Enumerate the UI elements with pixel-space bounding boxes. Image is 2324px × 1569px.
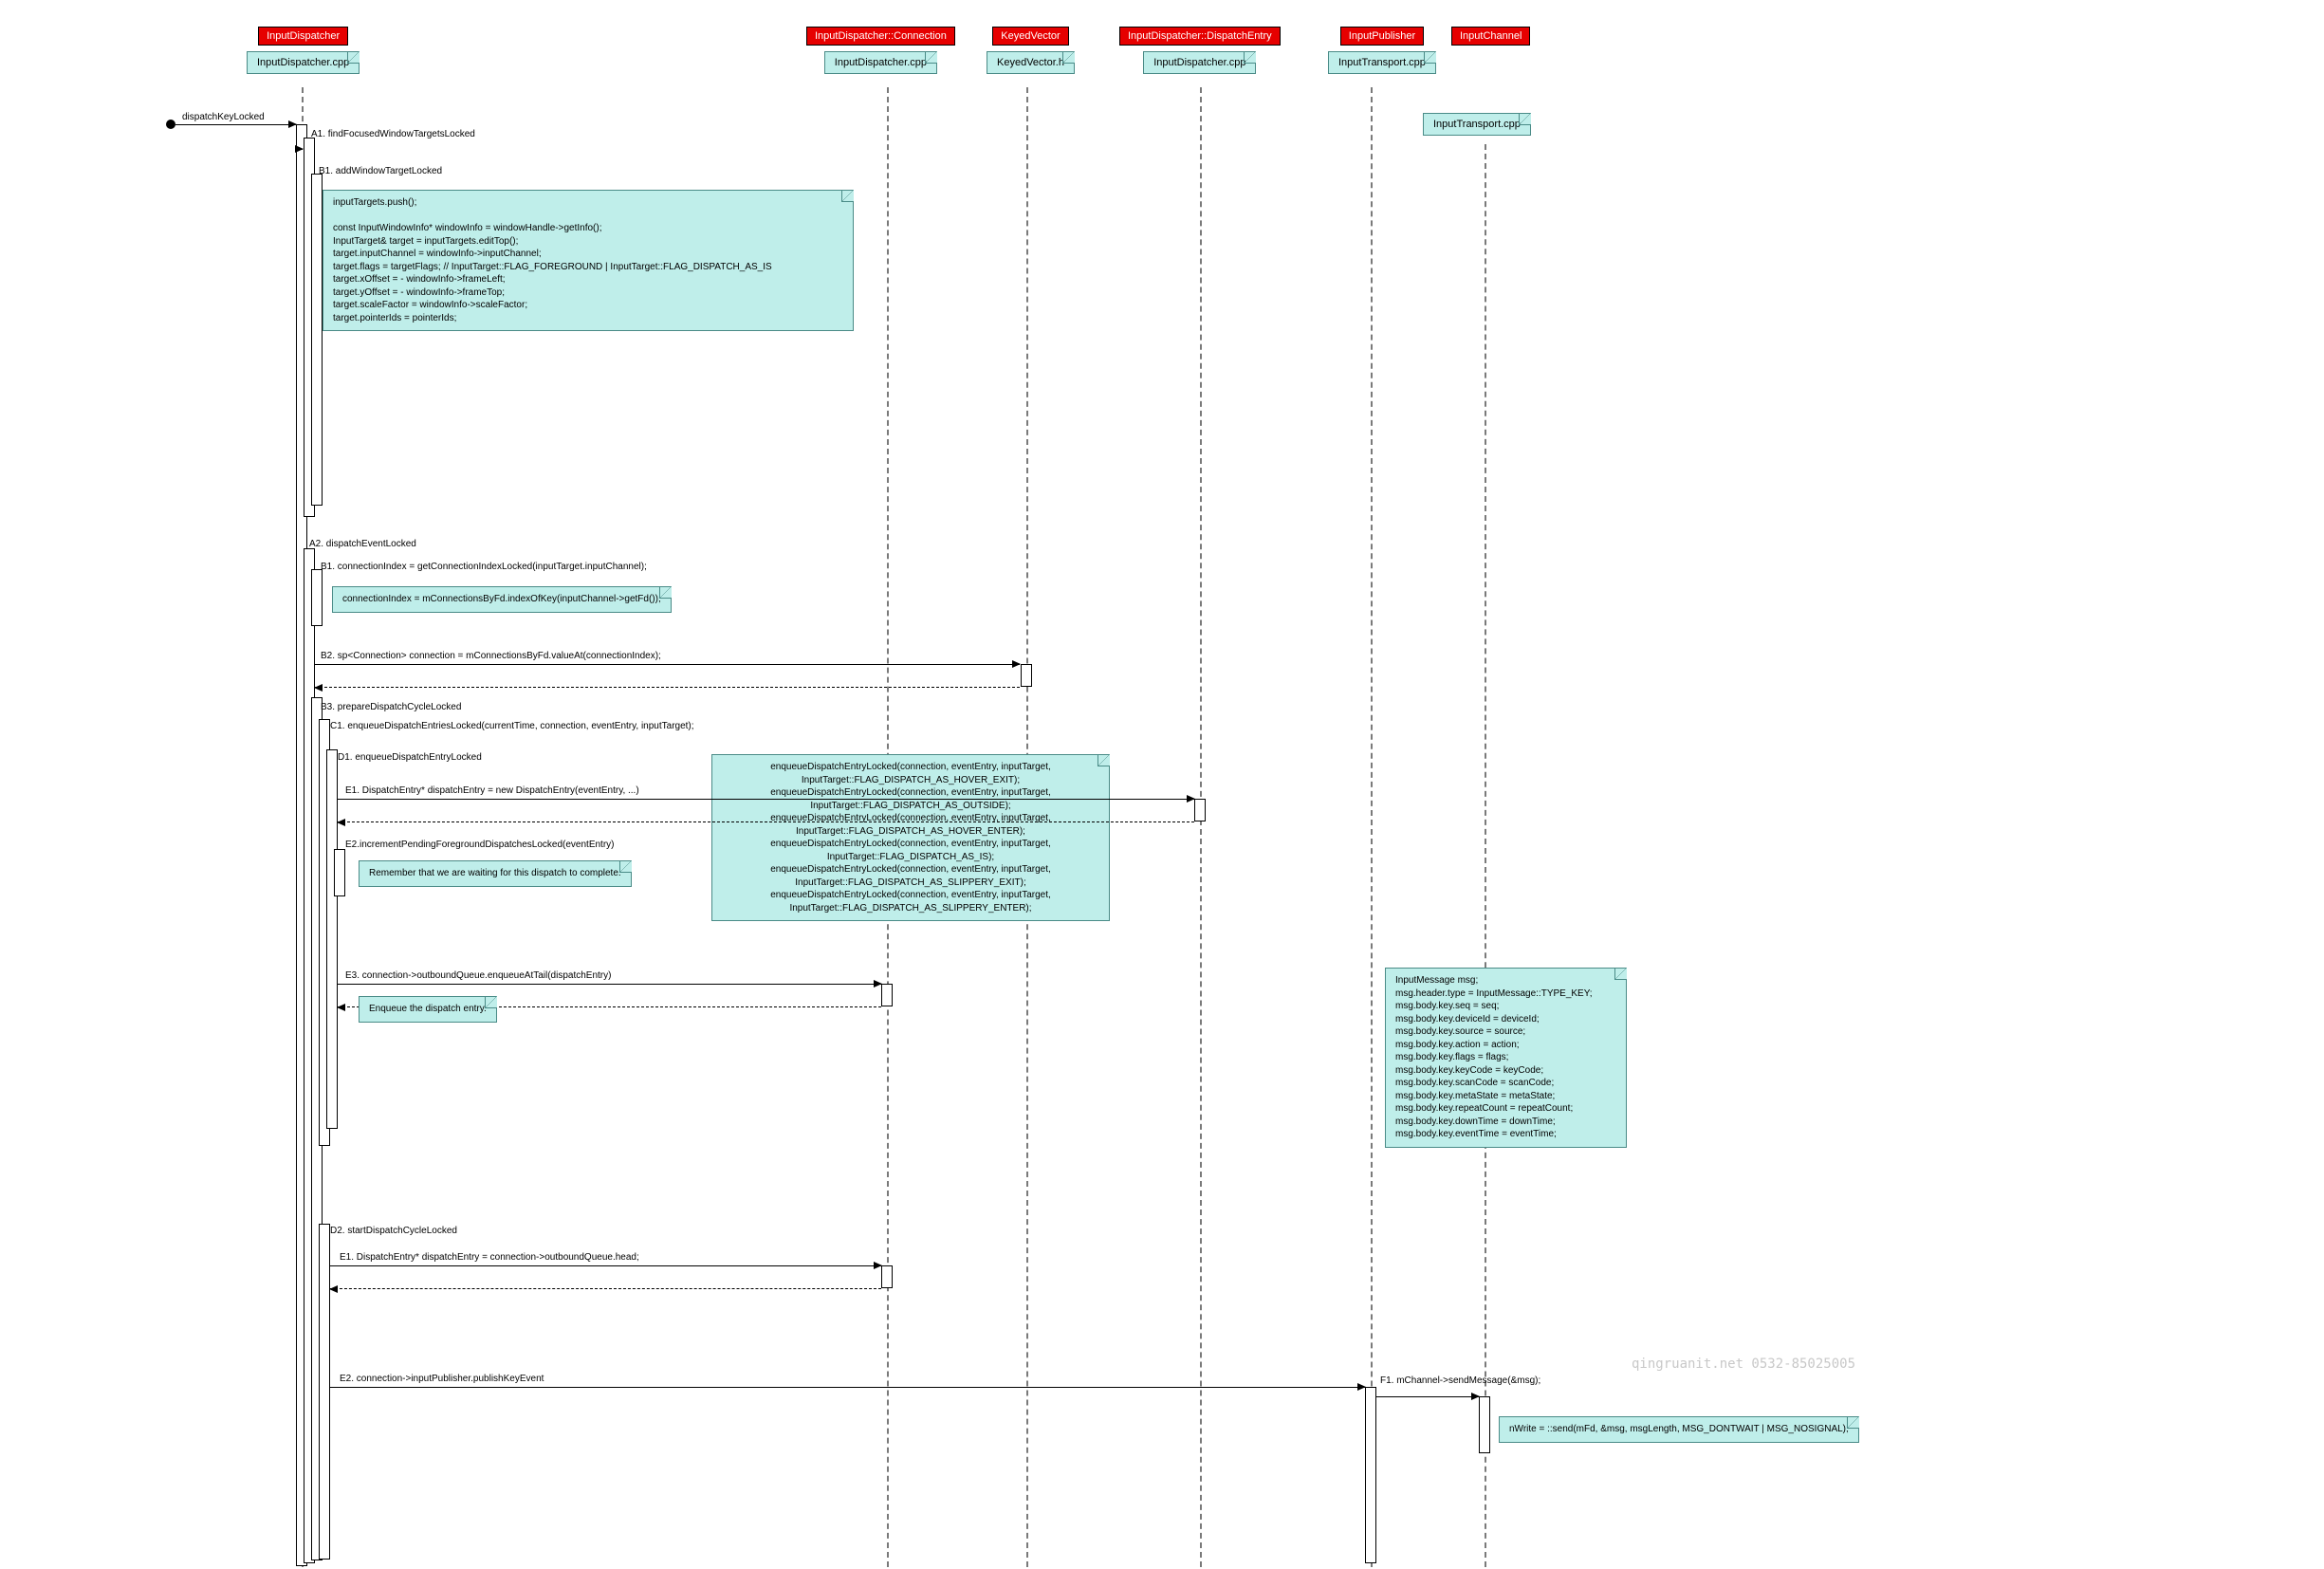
msg-e1: E1. DispatchEntry* dispatchEntry = new D… xyxy=(345,785,639,796)
arrow-f1 xyxy=(1376,1396,1479,1397)
activation xyxy=(1365,1387,1376,1563)
file-box: InputDispatcher.cpp xyxy=(824,51,937,74)
activation xyxy=(334,849,345,896)
msg-b2: B2. sp<Connection> connection = mConnect… xyxy=(321,651,661,661)
note-enqueue-flags: enqueueDispatchEntryLocked(connection, e… xyxy=(711,754,1110,921)
msg-e3: E3. connection->outboundQueue.enqueueAtT… xyxy=(345,970,611,981)
start-dot xyxy=(166,120,175,129)
entry-arrow xyxy=(175,124,296,125)
msg-b3: B3. prepareDispatchCycleLocked xyxy=(321,702,461,712)
return-b2 xyxy=(315,687,1020,688)
participant-input-channel: InputChannel InputTransport.cpp xyxy=(1451,27,1530,46)
activation xyxy=(881,1265,893,1288)
note-remember: Remember that we are waiting for this di… xyxy=(359,860,632,887)
lifeline xyxy=(1200,87,1202,1567)
note-connection-index: connectionIndex = mConnectionsByFd.index… xyxy=(332,586,672,613)
activation xyxy=(311,174,323,506)
msg-e2: E2.incrementPendingForegroundDispatchesL… xyxy=(345,840,615,850)
activation xyxy=(1021,664,1032,687)
note-enqueue-entry: Enqueue the dispatch entry. xyxy=(359,996,497,1023)
arrow-e1b xyxy=(330,1265,881,1266)
msg-e2b: E2. connection->inputPublisher.publishKe… xyxy=(340,1374,544,1384)
participant-input-publisher: InputPublisher InputTransport.cpp xyxy=(1328,27,1436,74)
msg-d1: D1. enqueueDispatchEntryLocked xyxy=(338,752,482,763)
msg-d2: D2. startDispatchCycleLocked xyxy=(330,1226,457,1236)
activation xyxy=(1479,1396,1490,1453)
note-input-message: InputMessage msg; msg.header.type = Inpu… xyxy=(1385,968,1627,1148)
note-input-targets: inputTargets.push(); const InputWindowIn… xyxy=(323,190,854,331)
role-box: InputDispatcher::Connection xyxy=(806,27,955,46)
self-arrow xyxy=(302,149,303,150)
participant-keyed-vector: KeyedVector KeyedVector.h xyxy=(987,27,1075,74)
participant-dispatch-entry: InputDispatcher::DispatchEntry InputDisp… xyxy=(1119,27,1281,74)
role-box: InputChannel xyxy=(1451,27,1530,46)
msg-b1b: B1. connectionIndex = getConnectionIndex… xyxy=(321,562,647,572)
participant-input-dispatcher: InputDispatcher InputDispatcher.cpp xyxy=(247,27,360,74)
lifeline xyxy=(1485,144,1486,1567)
watermark: qingruanit.net 0532-85025005 xyxy=(1632,1357,1855,1372)
msg-b1: B1. addWindowTargetLocked xyxy=(319,166,442,176)
msg-f1: F1. mChannel->sendMessage(&msg); xyxy=(1380,1375,1540,1386)
msg-e1b: E1. DispatchEntry* dispatchEntry = conne… xyxy=(340,1252,639,1263)
arrow-e2b xyxy=(330,1387,1365,1388)
activation xyxy=(319,1224,330,1560)
note-send: nWrite = ::send(mFd, &msg, msgLength, MS… xyxy=(1499,1416,1859,1443)
msg-a2: A2. dispatchEventLocked xyxy=(309,539,416,549)
msg-c1: C1. enqueueDispatchEntriesLocked(current… xyxy=(330,721,694,731)
file-box: InputDispatcher.cpp xyxy=(247,51,360,74)
msg-a1: A1. findFocusedWindowTargetsLocked xyxy=(311,129,475,139)
arrow-b2 xyxy=(315,664,1020,665)
participant-connection: InputDispatcher::Connection InputDispatc… xyxy=(806,27,955,74)
role-box: InputDispatcher xyxy=(258,27,348,46)
return-e1 xyxy=(338,821,1194,822)
role-box: InputDispatcher::DispatchEntry xyxy=(1119,27,1281,46)
activation xyxy=(1194,799,1206,821)
file-box: InputTransport.cpp xyxy=(1423,113,1531,136)
activation xyxy=(881,984,893,1006)
arrow-e3 xyxy=(338,984,881,985)
activation xyxy=(326,749,338,1129)
entry-label: dispatchKeyLocked xyxy=(182,112,265,122)
file-box: KeyedVector.h xyxy=(987,51,1075,74)
role-box: KeyedVector xyxy=(992,27,1068,46)
return-e1b xyxy=(330,1288,881,1289)
arrow-e1 xyxy=(338,799,1194,800)
file-box: InputDispatcher.cpp xyxy=(1143,51,1256,74)
activation xyxy=(311,569,323,626)
role-box: InputPublisher xyxy=(1340,27,1424,46)
file-box: InputTransport.cpp xyxy=(1328,51,1436,74)
lifeline xyxy=(1371,87,1373,1567)
